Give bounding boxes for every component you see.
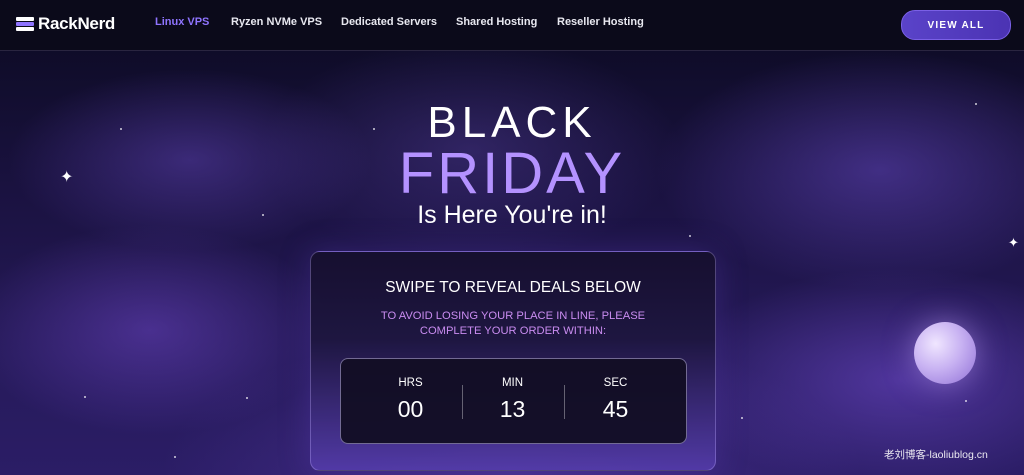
nav-link-shared-hosting[interactable]: Shared Hosting bbox=[456, 16, 537, 28]
star-decoration bbox=[246, 397, 248, 399]
brand-logo[interactable]: RackNerd bbox=[16, 14, 115, 34]
countdown-card: SWIPE TO REVEAL DEALS BELOW TO AVOID LOS… bbox=[310, 251, 716, 471]
top-navigation: RackNerd Linux VPS Ryzen NVMe VPS Dedica… bbox=[0, 0, 1024, 51]
logo-icon bbox=[16, 17, 34, 31]
nav-link-dedicated-servers[interactable]: Dedicated Servers bbox=[341, 16, 437, 28]
timer-hours-value: 00 bbox=[397, 396, 424, 422]
star-decoration bbox=[965, 400, 967, 402]
star-decoration bbox=[741, 417, 743, 419]
hero-subtitle: Is Here You're in! bbox=[417, 201, 607, 229]
timer-minutes-label: MIN bbox=[501, 377, 524, 389]
star-decoration bbox=[174, 456, 176, 458]
timer-seconds: SEC 45 bbox=[565, 359, 666, 443]
nav-link-reseller-hosting[interactable]: Reseller Hosting bbox=[557, 16, 644, 28]
moon-decoration bbox=[914, 322, 976, 384]
star-decoration bbox=[84, 396, 86, 398]
timer-minutes: MIN 13 bbox=[462, 359, 563, 443]
timer-hours-label: HRS bbox=[398, 377, 423, 389]
watermark-text: 老刘博客-laoliublog.cn bbox=[884, 449, 988, 461]
timer-minutes-value: 13 bbox=[499, 396, 526, 422]
timer-seconds-value: 45 bbox=[602, 396, 629, 422]
brand-name: RackNerd bbox=[38, 14, 115, 33]
star-decoration bbox=[689, 235, 691, 237]
timer-seconds-label: SEC bbox=[603, 377, 628, 389]
nav-link-ryzen-nvme-vps[interactable]: Ryzen NVMe VPS bbox=[231, 16, 322, 28]
countdown-note: TO AVOID LOSING YOUR PLACE IN LINE, PLEA… bbox=[380, 310, 646, 337]
nav-link-linux-vps[interactable]: Linux VPS bbox=[155, 16, 209, 28]
sparkle-icon: ✦ bbox=[1008, 235, 1019, 250]
view-all-button[interactable]: VIEW ALL bbox=[901, 10, 1011, 40]
countdown-timer: HRS 00 MIN 13 SEC 45 bbox=[340, 358, 687, 444]
timer-hours: HRS 00 bbox=[360, 359, 461, 443]
countdown-title: SWIPE TO REVEAL DEALS BELOW bbox=[385, 279, 641, 296]
hero-title-friday: FRIDAY bbox=[398, 141, 626, 206]
